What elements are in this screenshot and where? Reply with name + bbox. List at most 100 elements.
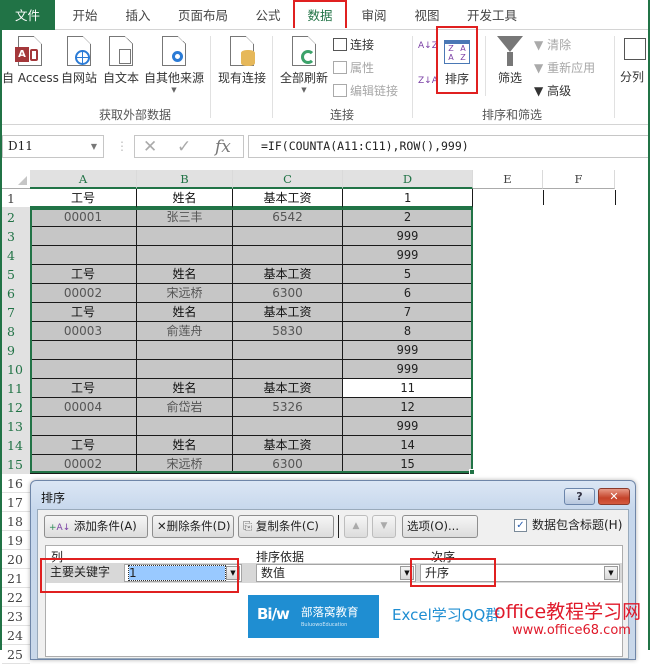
column-header-f[interactable]: F: [543, 170, 615, 189]
cell-d9[interactable]: 999: [343, 341, 473, 360]
cell-b10[interactable]: [137, 360, 233, 379]
cell-b7[interactable]: 姓名: [137, 303, 233, 322]
cell-a11[interactable]: 工号: [30, 379, 137, 398]
cell-a9[interactable]: [30, 341, 137, 360]
chevron-down-icon[interactable]: ▼: [400, 566, 414, 580]
add-level-button[interactable]: +A↓ 添加条件(A): [44, 515, 148, 538]
tab-file[interactable]: 文件: [0, 0, 55, 30]
cell-c8[interactable]: 5830: [233, 322, 343, 341]
cell-d10[interactable]: 999: [343, 360, 473, 379]
cell-a10[interactable]: [30, 360, 137, 379]
row-header-14[interactable]: 14: [2, 436, 30, 455]
from-access-button[interactable]: A 自 Access: [2, 36, 59, 86]
column-header-e[interactable]: E: [473, 170, 543, 189]
cell-b3[interactable]: [137, 227, 233, 246]
cell-d15[interactable]: 15: [343, 455, 473, 474]
row-header-15[interactable]: 15: [2, 455, 30, 474]
cell-d5[interactable]: 5: [343, 265, 473, 284]
advanced-filter-button[interactable]: ▼ 高级: [534, 82, 571, 99]
row-header-20[interactable]: 20: [2, 550, 30, 569]
chevron-down-icon[interactable]: ▼: [91, 136, 97, 157]
clear-filter-button[interactable]: ▼ 清除: [534, 36, 571, 53]
cell-d6[interactable]: 6: [343, 284, 473, 303]
cell-a5[interactable]: 工号: [30, 265, 137, 284]
cell-a2[interactable]: 00001: [30, 208, 137, 227]
connections-button[interactable]: 连接: [333, 36, 374, 53]
from-web-button[interactable]: 自网站: [58, 36, 100, 86]
row-header-5[interactable]: 5: [2, 265, 30, 284]
row-header-13[interactable]: 13: [2, 417, 30, 436]
copy-level-button[interactable]: ⎘ 复制条件(C): [238, 515, 334, 538]
refresh-all-button[interactable]: 全部刷新 ▼: [276, 36, 332, 94]
column-header-b[interactable]: B: [137, 170, 233, 189]
cell-c11[interactable]: 基本工资: [233, 379, 343, 398]
formula-input[interactable]: =IF(COUNTA(A11:C11),ROW(),999): [248, 135, 650, 158]
cell-a3[interactable]: [30, 227, 137, 246]
tab-page-layout[interactable]: 页面布局: [170, 0, 236, 30]
order-combo[interactable]: 升序 ▼: [420, 564, 620, 582]
cell-c5[interactable]: 基本工资: [233, 265, 343, 284]
sort-descending-button[interactable]: Z↓A: [418, 77, 438, 86]
has-headers-checkbox[interactable]: ✓: [514, 519, 527, 532]
row-header-19[interactable]: 19: [2, 531, 30, 550]
cell-d1[interactable]: 1: [343, 189, 473, 208]
chevron-down-icon[interactable]: ▼: [226, 566, 240, 580]
cell-b9[interactable]: [137, 341, 233, 360]
cell-c15[interactable]: 6300: [233, 455, 343, 474]
tab-formulas[interactable]: 公式: [244, 0, 292, 30]
cell-b2[interactable]: 张三丰: [137, 208, 233, 227]
row-header-4[interactable]: 4: [2, 246, 30, 265]
row-header-21[interactable]: 21: [2, 569, 30, 588]
cell-c10[interactable]: [233, 360, 343, 379]
tab-home[interactable]: 开始: [60, 0, 110, 30]
cell-b6[interactable]: 宋远桥: [137, 284, 233, 303]
from-other-sources-button[interactable]: 自其他来源 ▼: [142, 36, 206, 94]
column-header-d[interactable]: D: [343, 170, 473, 189]
cell-b1[interactable]: 姓名: [137, 189, 233, 208]
chevron-down-icon[interactable]: ▼: [604, 566, 618, 580]
move-up-button[interactable]: ▲: [344, 515, 368, 538]
row-header-18[interactable]: 18: [2, 512, 30, 531]
cell-b11[interactable]: 姓名: [137, 379, 233, 398]
cell-c12[interactable]: 5326: [233, 398, 343, 417]
cell-d14[interactable]: 14: [343, 436, 473, 455]
cell-a13[interactable]: [30, 417, 137, 436]
cell-b8[interactable]: 俞莲舟: [137, 322, 233, 341]
name-box[interactable]: D11 ▼: [2, 135, 104, 158]
row-header-8[interactable]: 8: [2, 322, 30, 341]
cell-a1[interactable]: 工号: [30, 189, 137, 208]
edit-links-button[interactable]: 编辑链接: [333, 82, 398, 99]
row-header-16[interactable]: 16: [2, 474, 30, 493]
row-header-24[interactable]: 24: [2, 626, 30, 645]
insert-function-icon[interactable]: fx: [215, 136, 231, 158]
cell-c14[interactable]: 基本工资: [233, 436, 343, 455]
sort-level-row[interactable]: 主要关键字 1 ▼ 数值 ▼ 升序 ▼: [46, 563, 622, 583]
move-down-button[interactable]: ▼: [372, 515, 396, 538]
delete-level-button[interactable]: ✕删除条件(D): [152, 515, 234, 538]
cell-a15[interactable]: 00002: [30, 455, 137, 474]
cell-b13[interactable]: [137, 417, 233, 436]
cell-a8[interactable]: 00003: [30, 322, 137, 341]
reapply-button[interactable]: ▼ 重新应用: [534, 59, 595, 76]
from-text-button[interactable]: 自文本: [100, 36, 142, 86]
row-header-23[interactable]: 23: [2, 607, 30, 626]
cell-c6[interactable]: 6300: [233, 284, 343, 303]
row-header-2[interactable]: 2: [2, 208, 30, 227]
help-button[interactable]: ?: [564, 488, 595, 505]
cell-a7[interactable]: 工号: [30, 303, 137, 322]
row-header-3[interactable]: 3: [2, 227, 30, 246]
sort-column-combo[interactable]: 1 ▼: [124, 564, 242, 582]
cell-c9[interactable]: [233, 341, 343, 360]
close-button[interactable]: ✕: [598, 488, 630, 505]
options-button[interactable]: 选项(O)...: [402, 515, 478, 538]
cell-b14[interactable]: 姓名: [137, 436, 233, 455]
cell-c13[interactable]: [233, 417, 343, 436]
column-header-c[interactable]: C: [233, 170, 343, 189]
cell-d4[interactable]: 999: [343, 246, 473, 265]
cell-d3[interactable]: 999: [343, 227, 473, 246]
properties-button[interactable]: 属性: [333, 59, 374, 76]
row-header-6[interactable]: 6: [2, 284, 30, 303]
cell-b15[interactable]: 宋远桥: [137, 455, 233, 474]
cell-d7[interactable]: 7: [343, 303, 473, 322]
filter-button[interactable]: 筛选: [490, 36, 530, 86]
